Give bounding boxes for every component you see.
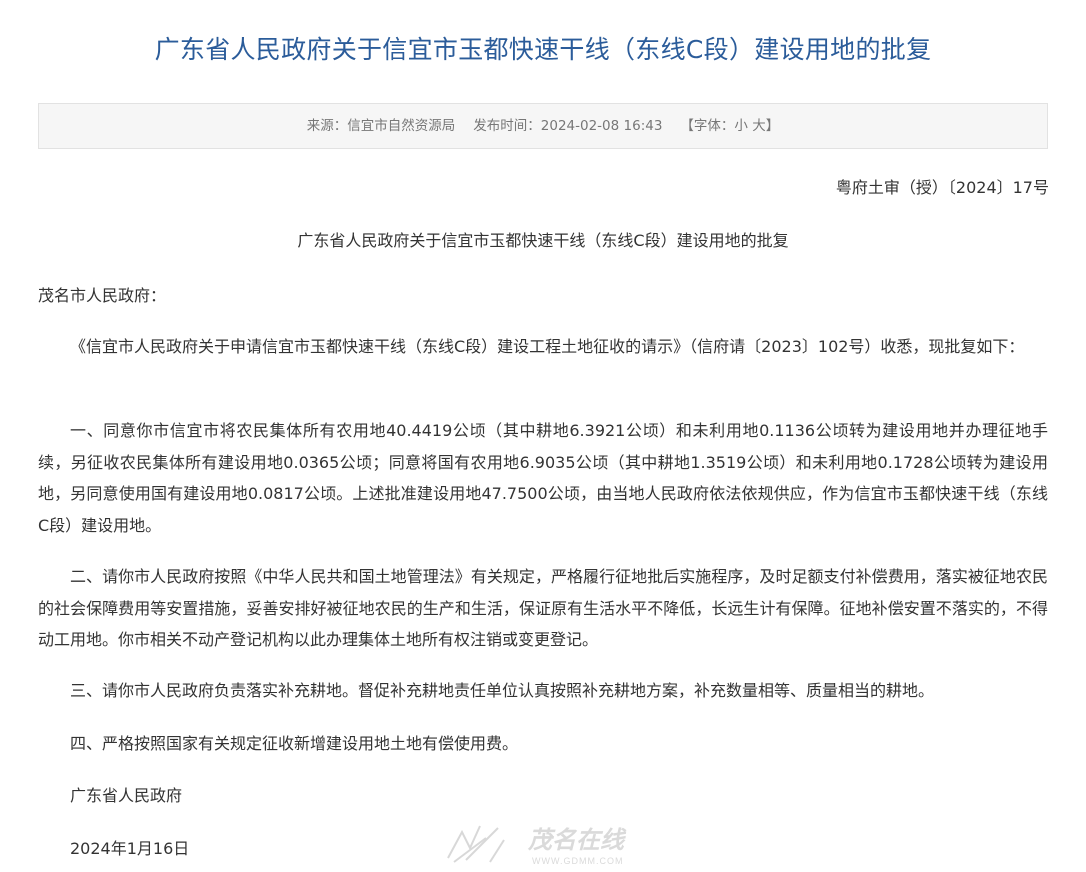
font-size-label-open: 【字体： bbox=[680, 118, 735, 134]
paragraph-item-1: 一、同意你市信宜市将农民集体所有农用地40.4419公顷（其中耕地6.3921公… bbox=[38, 421, 1048, 535]
font-size-large-button[interactable]: 大 bbox=[752, 118, 766, 134]
publish-time: 发布时间：2024-02-08 16:43 bbox=[473, 118, 663, 134]
watermark-text: 茂名在线 bbox=[527, 827, 627, 854]
article-meta-bar: 来源：信宜市自然资源局 发布时间：2024-02-08 16:43 【字体：小 大】 bbox=[38, 103, 1048, 149]
signature: 广东省人民政府 bbox=[70, 786, 183, 805]
font-size-label-close: 】 bbox=[765, 118, 780, 134]
article-title: 广东省人民政府关于信宜市玉都快速干线（东线C段）建设用地的批复 bbox=[154, 35, 932, 64]
addressee: 茂名市人民政府： bbox=[38, 286, 167, 305]
document-number: 粤府土审（授）〔2024〕17号 bbox=[835, 178, 1049, 197]
watermark-url: WWW.GDMM.COM bbox=[532, 856, 623, 866]
paragraph-item-3: 三、请你市人民政府负责落实补充耕地。督促补充耕地责任单位认真按照补充耕地方案，补… bbox=[70, 681, 935, 700]
paragraph-item-2: 二、请你市人民政府按照《中华人民共和国土地管理法》有关规定，严格履行征地批后实施… bbox=[38, 567, 1048, 649]
gdmm-watermark: 茂名在线 WWW.GDMM.COM bbox=[440, 818, 650, 868]
font-size-small-button[interactable]: 小 bbox=[734, 118, 748, 134]
article-source: 来源：信宜市自然资源局 bbox=[306, 118, 456, 134]
paragraph-item-4: 四、严格按照国家有关规定征收新增建设用地土地有偿使用费。 bbox=[70, 734, 519, 753]
paragraph-intro: 《信宜市人民政府关于申请信宜市玉都快速干线（东线C段）建设工程土地征收的请示》（… bbox=[70, 337, 1025, 356]
document-title: 广东省人民政府关于信宜市玉都快速干线（东线C段）建设用地的批复 bbox=[297, 231, 789, 250]
watermark-logo-icon: 茂名在线 WWW.GDMM.COM bbox=[447, 825, 627, 866]
